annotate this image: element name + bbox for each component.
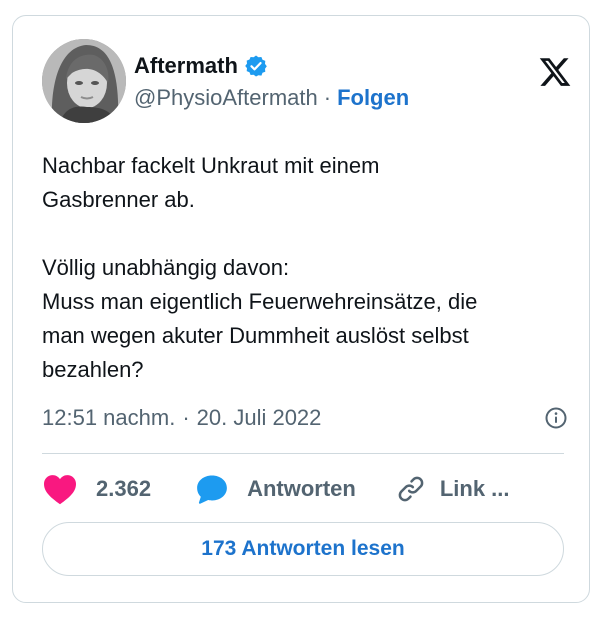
tweet-time[interactable]: 12:51 nachm. [42,405,175,431]
author-handle-row: @PhysioAftermath · Folgen [134,85,409,111]
author-name-row: Aftermath [134,51,268,81]
read-replies-button[interactable]: 173 Antworten lesen [42,522,564,576]
author-name[interactable]: Aftermath [134,53,238,79]
heart-icon [44,475,76,505]
link-label: Link ... [439,476,510,501]
tweet-actions: 2.362 Antworten Link ... [42,469,572,509]
info-icon[interactable] [544,406,568,430]
meta-separator: · [182,405,190,430]
verified-badge-icon [244,54,268,78]
reply-label: Antworten [247,476,356,501]
author-handle[interactable]: @PhysioAftermath [134,85,318,111]
copy-link-button[interactable]: Link ... [396,474,510,504]
like-button[interactable]: 2.362 [42,473,151,505]
x-logo-icon[interactable] [538,55,572,89]
reply-bubble-icon [197,475,227,504]
tweet-embed-card: Aftermath @PhysioAftermath · Folgen Nach… [12,15,590,603]
handle-separator: · [323,85,332,110]
follow-button[interactable]: Folgen [337,85,409,111]
likes-count: 2.362 [96,476,152,501]
avatar[interactable] [42,39,126,123]
link-icon [398,476,424,502]
tweet-date[interactable]: 20. Juli 2022 [197,405,322,431]
reply-button[interactable]: Antworten [195,473,356,505]
divider [42,453,564,454]
tweet-header: Aftermath @PhysioAftermath · Folgen [42,39,572,125]
tweet-text: Nachbar fackelt Unkraut mit einem Gasbre… [42,153,478,382]
tweet-meta: 12:51 nachm. · 20. Juli 2022 [42,401,572,435]
